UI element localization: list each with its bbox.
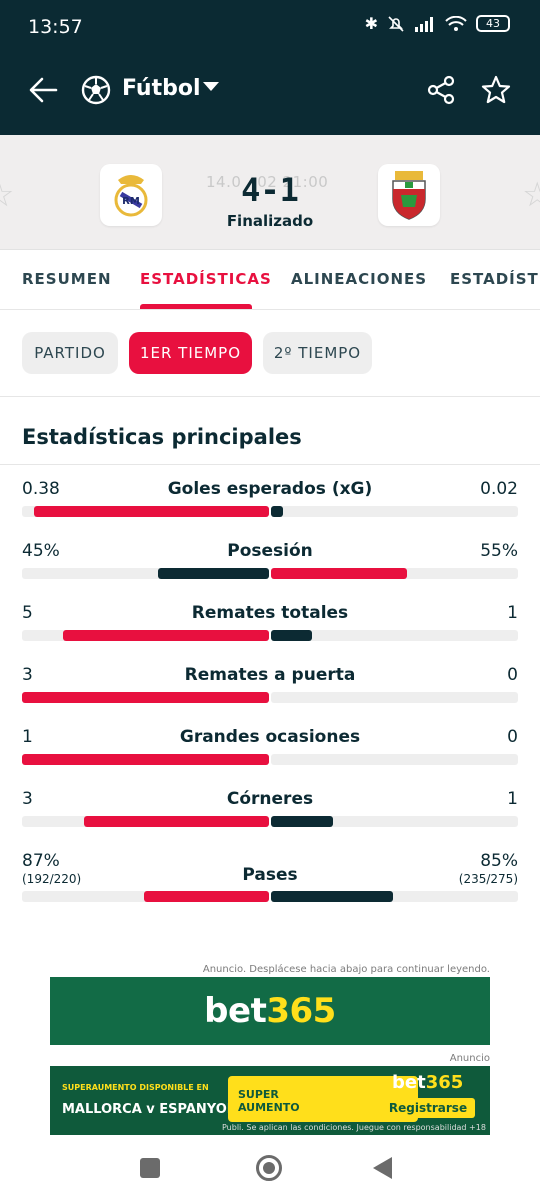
- home-bar-track: [22, 692, 269, 703]
- away-bar-track: [271, 754, 518, 765]
- ad-match-text: MALLORCA v ESPANYOL: [62, 1102, 236, 1117]
- stat-row: 3 Córneres 1: [0, 789, 540, 851]
- elche-crest-icon: [392, 171, 426, 220]
- ad-aumento-text: AUMENTO: [238, 1101, 300, 1114]
- home-bar: [157, 568, 269, 579]
- home-bar-track: [22, 630, 269, 641]
- away-value: 85%: [480, 851, 518, 871]
- segment-partido[interactable]: PARTIDO: [22, 332, 118, 374]
- stat-row: 1 Grandes ocasiones 0: [0, 727, 540, 789]
- match-header: ☆ ☆ 14.0 . 02 21:00 RM 4-1 Finalizado: [0, 135, 540, 250]
- share-icon[interactable]: [425, 74, 457, 106]
- system-back-button[interactable]: [373, 1157, 392, 1179]
- stat-row: 3 Remates a puerta 0: [0, 665, 540, 727]
- home-bar: [22, 692, 269, 703]
- away-value: 1: [507, 789, 518, 809]
- away-team-crest[interactable]: [378, 164, 440, 226]
- status-time: 13:57: [28, 16, 83, 38]
- away-bar-track: [271, 506, 518, 517]
- home-bar: [144, 891, 269, 902]
- soccer-ball-icon[interactable]: [80, 74, 112, 106]
- system-navigation-bar: [0, 1140, 540, 1200]
- home-bar-track: [22, 568, 269, 579]
- away-value: 55%: [480, 541, 518, 561]
- away-value: 0.02: [480, 479, 518, 499]
- tab-estadisticas[interactable]: ESTADÍSTICAS: [140, 270, 272, 288]
- tab-alineaciones[interactable]: ALINEACIONES: [291, 270, 427, 288]
- away-bar: [271, 891, 394, 902]
- away-value: 0: [507, 665, 518, 685]
- signal-icon: [415, 16, 433, 32]
- home-bar-track: [22, 754, 269, 765]
- section-title: Estadísticas principales: [22, 425, 302, 449]
- away-value: 1: [507, 603, 518, 623]
- period-selector: PARTIDO 1ER TIEMPO 2º TIEMPO: [0, 310, 540, 397]
- stat-name: Remates a puerta: [184, 665, 356, 685]
- chevron-down-icon[interactable]: [203, 82, 219, 91]
- bluetooth-icon: ✱: [364, 14, 378, 33]
- tab-resumen[interactable]: RESUMEN: [22, 270, 112, 288]
- home-bar: [83, 816, 269, 827]
- home-bar-track: [22, 506, 269, 517]
- away-bar-track: [271, 568, 518, 579]
- divider: [0, 464, 540, 465]
- home-button[interactable]: [256, 1155, 282, 1181]
- wifi-icon: [445, 15, 467, 31]
- app-header: 13:57 ✱ 43 Fútbol: [0, 0, 540, 135]
- tab-estadisticas-jugadores[interactable]: ESTADÍSTIC: [450, 270, 540, 288]
- away-bar-track: [271, 692, 518, 703]
- away-subvalue: (235/275): [458, 872, 518, 886]
- home-bar: [34, 506, 269, 517]
- away-bar: [271, 568, 407, 579]
- stat-name: Remates totales: [191, 603, 349, 623]
- ad-legal-text: Publi. Se aplican las condiciones. Juegu…: [222, 1123, 486, 1132]
- stat-row: 45% Posesión 55%: [0, 541, 540, 603]
- ad-brand-text: bet: [204, 991, 267, 1031]
- ad-brand-text: bet: [392, 1072, 426, 1093]
- away-bar: [271, 816, 333, 827]
- away-bar: [271, 630, 313, 641]
- stat-name: Posesión: [227, 541, 313, 561]
- segment-1er-tiempo[interactable]: 1ER TIEMPO: [129, 332, 252, 374]
- ad-label: Anuncio: [449, 1053, 490, 1064]
- stat-row: 0.38 Goles esperados (xG) 0.02: [0, 479, 540, 541]
- stat-name: Córneres: [226, 789, 314, 809]
- away-value: 0: [507, 727, 518, 747]
- away-bar: [271, 506, 284, 517]
- back-arrow-icon[interactable]: [26, 72, 62, 108]
- ad-brand-number: 365: [266, 991, 336, 1031]
- ad-banner-superaumento[interactable]: SUPERAUMENTO DISPONIBLE EN MALLORCA v ES…: [50, 1066, 490, 1135]
- away-bar-track: [271, 891, 518, 902]
- match-status: Finalizado: [226, 212, 314, 230]
- stat-row: 5 Remates totales 1: [0, 603, 540, 665]
- ad-promo-text: SUPERAUMENTO DISPONIBLE EN: [62, 1083, 209, 1092]
- recents-button[interactable]: [140, 1158, 160, 1178]
- away-bar-track: [271, 816, 518, 827]
- home-bar-track: [22, 891, 269, 902]
- ad-banner-bet365[interactable]: bet365: [50, 977, 490, 1045]
- mute-bell-icon: [388, 15, 404, 32]
- away-bar-track: [271, 630, 518, 641]
- sport-selector-title[interactable]: Fútbol: [122, 76, 201, 101]
- stat-name: Grandes ocasiones: [179, 727, 361, 747]
- segment-2-tiempo[interactable]: 2º TIEMPO: [263, 332, 372, 374]
- top-nav: Fútbol: [0, 62, 540, 122]
- battery-icon: 43: [476, 15, 510, 32]
- ad-super-text: SUPER: [238, 1088, 279, 1101]
- home-bar: [63, 630, 269, 641]
- active-tab-indicator: [140, 304, 252, 309]
- stat-name: Goles esperados (xG): [167, 479, 373, 499]
- match-score: 4-1: [241, 171, 299, 209]
- status-icons: ✱ 43: [365, 14, 510, 33]
- ad-brand-logo: bet365: [392, 1072, 463, 1093]
- ad-register-button[interactable]: Registrarse: [381, 1098, 475, 1118]
- ad-notice: Anuncio. Desplácese hacia abajo para con…: [202, 964, 490, 975]
- ad-brand-number: 365: [425, 1072, 464, 1093]
- home-bar-track: [22, 816, 269, 827]
- stat-row: 87% (192/220) Pases 85% (235/275): [0, 851, 540, 921]
- status-bar: 13:57 ✱ 43: [0, 0, 540, 55]
- favorite-star-icon[interactable]: [480, 74, 512, 106]
- home-bar: [22, 754, 269, 765]
- match-tabs: RESUMEN ESTADÍSTICAS ALINEACIONES ESTADÍ…: [0, 250, 540, 310]
